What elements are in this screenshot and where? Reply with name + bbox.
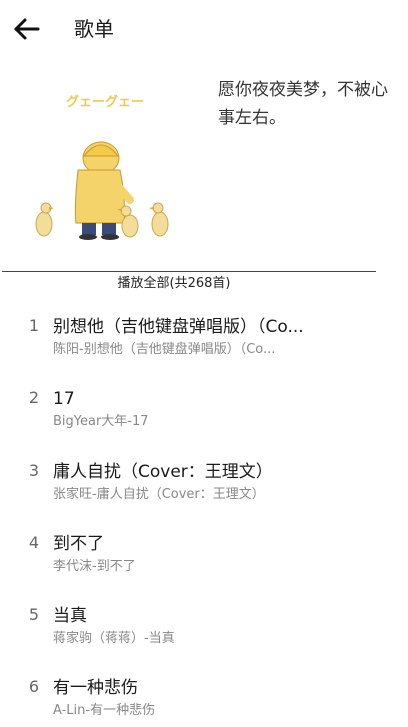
song-artist: 蒋家驹（蒋蒋）-当真: [53, 631, 175, 646]
song-item[interactable]: 5 当真 蒋家驹（蒋蒋）-当真: [0, 589, 408, 659]
playlist-cover: グェーグェー: [26, 78, 186, 248]
song-item[interactable]: 4 到不了 李代沫-到不了: [0, 517, 408, 587]
song-index: 2: [28, 388, 40, 407]
cover-caption: グェーグェー: [66, 94, 144, 110]
song-name: 到不了: [53, 534, 104, 554]
arrow-left-icon: [14, 18, 40, 40]
song-item[interactable]: 3 庸人自扰（Cover：王理文） 张家旺-庸人自扰（Cover：王理文）: [0, 445, 408, 515]
song-artist: 张家旺-庸人自扰（Cover：王理文）: [53, 487, 265, 502]
song-item[interactable]: 1 别想他（吉他键盘弹唱版）（Co... 陈阳-别想他（吉他键盘弹唱版）（Co.…: [0, 300, 408, 370]
top-bar: 歌单: [0, 0, 408, 58]
back-button[interactable]: [10, 12, 44, 46]
page-title: 歌单: [74, 17, 114, 41]
song-artist: A-Lin-有一种悲伤: [53, 703, 156, 718]
song-artist: 陈阳-别想他（吉他键盘弹唱版）（Co...: [53, 342, 276, 357]
song-name: 17: [53, 389, 75, 409]
song-name: 庸人自扰（Cover：王理文）: [53, 462, 273, 482]
song-index: 6: [28, 677, 40, 696]
cover-illustration: グェーグェー: [35, 94, 169, 240]
song-artist: BigYear大年-17: [53, 414, 149, 429]
song-index: 1: [28, 316, 40, 335]
song-item[interactable]: 6 有一种悲伤 A-Lin-有一种悲伤: [0, 661, 408, 727]
song-index: 4: [28, 533, 40, 552]
song-index: 5: [28, 605, 40, 624]
song-index: 3: [28, 461, 40, 480]
song-artist: 李代沫-到不了: [53, 559, 136, 574]
song-name: 别想他（吉他键盘弹唱版）（Co...: [53, 317, 304, 337]
song-name: 当真: [53, 606, 87, 626]
divider: [2, 271, 376, 272]
song-name: 有一种悲伤: [53, 678, 138, 698]
play-all-button[interactable]: 播放全部(共268首): [0, 275, 348, 293]
song-item[interactable]: 2 17 BigYear大年-17: [0, 372, 408, 442]
playlist-description: 愿你夜夜美梦，不被心事左右。: [218, 80, 388, 128]
